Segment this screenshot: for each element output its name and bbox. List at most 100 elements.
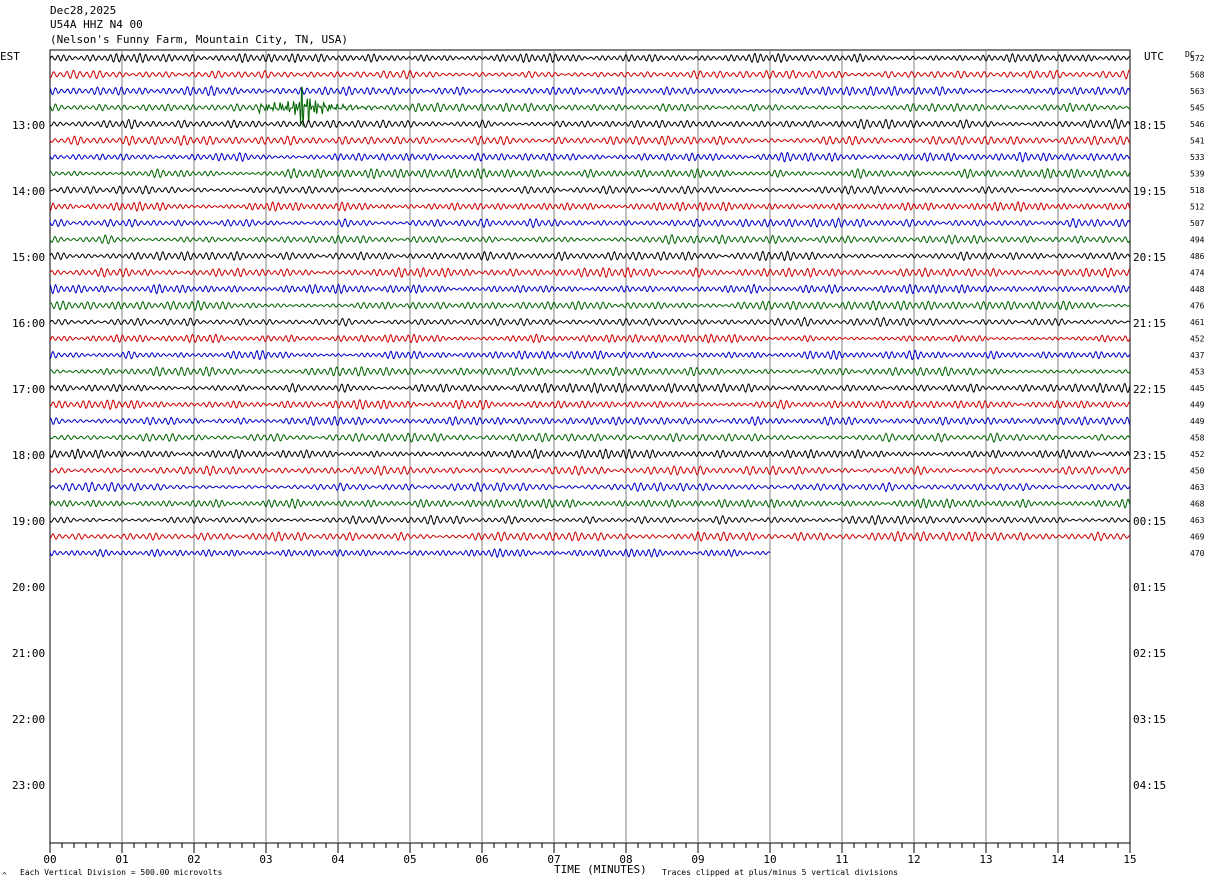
seismic-trace xyxy=(49,415,1131,427)
left-hour-label: 18:00 xyxy=(12,449,45,462)
seismogram-plot: 00 01 02 03 04 05 06 07 08 09 10 11 12 13 14 1513:00 18:… xyxy=(0,49,1205,880)
left-hour-label: 21:00 xyxy=(12,647,45,660)
left-hour-label: 14:00 xyxy=(12,185,45,198)
dc-offset-label: 545 xyxy=(1190,104,1205,113)
seismic-trace xyxy=(49,86,1131,127)
dc-offset-label: 474 xyxy=(1190,269,1205,278)
dc-offset-label: 486 xyxy=(1190,252,1205,261)
seismic-trace xyxy=(49,69,1131,80)
right-hour-label: 20:15 xyxy=(1133,251,1166,264)
seismic-trace xyxy=(49,135,1131,146)
x-tick-label: 06 xyxy=(475,853,488,866)
right-hour-label: 23:15 xyxy=(1133,449,1166,462)
right-hour-label: 04:15 xyxy=(1133,779,1166,792)
right-hour-label: 21:15 xyxy=(1133,317,1166,330)
right-hour-label: 19:15 xyxy=(1133,185,1166,198)
x-tick-label: 01 xyxy=(115,853,128,866)
x-tick-label: 03 xyxy=(259,853,272,866)
dc-offset-label: 468 xyxy=(1190,500,1205,509)
dc-offset-label: 450 xyxy=(1190,467,1205,476)
seismic-trace xyxy=(49,349,1131,361)
dc-offset-label: 512 xyxy=(1190,203,1205,212)
traces xyxy=(49,52,1131,558)
dc-offset-label: 463 xyxy=(1190,516,1205,525)
dc-offset-label: 563 xyxy=(1190,87,1205,96)
x-tick-label: 14 xyxy=(1051,853,1065,866)
left-hour-label: 19:00 xyxy=(12,515,45,528)
dc-offset-label: 449 xyxy=(1190,401,1205,410)
seismic-trace xyxy=(49,316,1131,328)
dc-offset-label: 448 xyxy=(1190,285,1205,294)
dc-offset-label: 507 xyxy=(1190,219,1205,228)
seismic-trace xyxy=(49,465,1131,477)
corner-mark: ^ xyxy=(2,871,7,880)
seismic-trace xyxy=(49,530,1131,542)
x-tick-label: 05 xyxy=(403,853,416,866)
dc-offset-label: 568 xyxy=(1190,71,1205,80)
scale-note: Each Vertical Division = 500.00 microvol… xyxy=(20,868,222,877)
dc-offset-label: 449 xyxy=(1190,417,1205,426)
right-timezone-label: UTC xyxy=(1144,50,1164,63)
clip-note: Traces clipped at plus/minus 5 vertical … xyxy=(662,868,898,877)
right-hour-label: 18:15 xyxy=(1133,119,1166,132)
dc-label: DC xyxy=(1185,50,1195,59)
left-hour-label: 17:00 xyxy=(12,383,45,396)
left-hour-label: 13:00 xyxy=(12,119,45,132)
seismic-trace xyxy=(49,118,1131,130)
seismic-trace xyxy=(49,448,1131,460)
x-tick-label: 10 xyxy=(763,853,776,866)
x-tick-label: 15 xyxy=(1123,853,1136,866)
right-hour-label: 01:15 xyxy=(1133,581,1166,594)
seismic-trace xyxy=(49,234,1131,245)
seismic-trace xyxy=(49,333,1131,344)
dc-offset-label: 518 xyxy=(1190,186,1205,195)
dc-offset-label: 461 xyxy=(1190,318,1205,327)
seismic-trace xyxy=(49,300,1131,311)
dc-offset-label: 453 xyxy=(1190,368,1205,377)
dc-offset-label: 452 xyxy=(1190,450,1205,459)
seismic-trace xyxy=(49,266,1131,278)
x-tick-label: 00 xyxy=(43,853,56,866)
x-tick-label: 13 xyxy=(979,853,992,866)
seismic-trace xyxy=(49,514,1131,526)
dc-offset-label: 470 xyxy=(1190,549,1205,558)
x-tick-label: 12 xyxy=(907,853,920,866)
left-timezone-label: EST xyxy=(0,50,20,63)
dc-offset-label: 437 xyxy=(1190,351,1205,360)
dc-offset-label: 539 xyxy=(1190,170,1205,179)
right-hour-label: 02:15 xyxy=(1133,647,1166,660)
dc-offset-label: 546 xyxy=(1190,120,1205,129)
seismic-trace xyxy=(49,399,1131,410)
seismic-trace xyxy=(49,366,1131,377)
right-hour-label: 22:15 xyxy=(1133,383,1166,396)
seismic-trace xyxy=(49,432,1131,443)
left-hour-label: 15:00 xyxy=(12,251,45,264)
dc-offset-label: 452 xyxy=(1190,335,1205,344)
dc-offset-label: 458 xyxy=(1190,434,1205,443)
right-hour-label: 00:15 xyxy=(1133,515,1166,528)
seismic-trace xyxy=(49,151,1131,163)
dc-offset-label: 494 xyxy=(1190,236,1205,245)
seismic-trace xyxy=(49,85,1131,97)
left-hour-label: 20:00 xyxy=(12,581,45,594)
dc-offset-label: 463 xyxy=(1190,483,1205,492)
seismic-trace xyxy=(49,200,1131,212)
dc-offset-label: 469 xyxy=(1190,533,1205,542)
seismic-trace xyxy=(49,185,1131,195)
seismic-trace xyxy=(49,481,1131,493)
seismic-trace xyxy=(49,167,1131,180)
seismic-trace xyxy=(49,250,1131,262)
plot-frame xyxy=(49,49,1131,844)
x-tick-label: 04 xyxy=(331,853,345,866)
dc-offset-label: 533 xyxy=(1190,153,1205,162)
x-axis-title: TIME (MINUTES) xyxy=(554,863,647,876)
seismic-trace xyxy=(49,283,1131,295)
dc-offset-label: 541 xyxy=(1190,137,1205,146)
left-hour-label: 16:00 xyxy=(12,317,45,330)
seismic-trace xyxy=(49,382,1131,394)
x-tick-label: 09 xyxy=(691,853,704,866)
x-tick-label: 02 xyxy=(187,853,200,866)
dc-offset-label: 445 xyxy=(1190,384,1205,393)
left-hour-label: 22:00 xyxy=(12,713,45,726)
seismic-trace xyxy=(49,52,1131,64)
